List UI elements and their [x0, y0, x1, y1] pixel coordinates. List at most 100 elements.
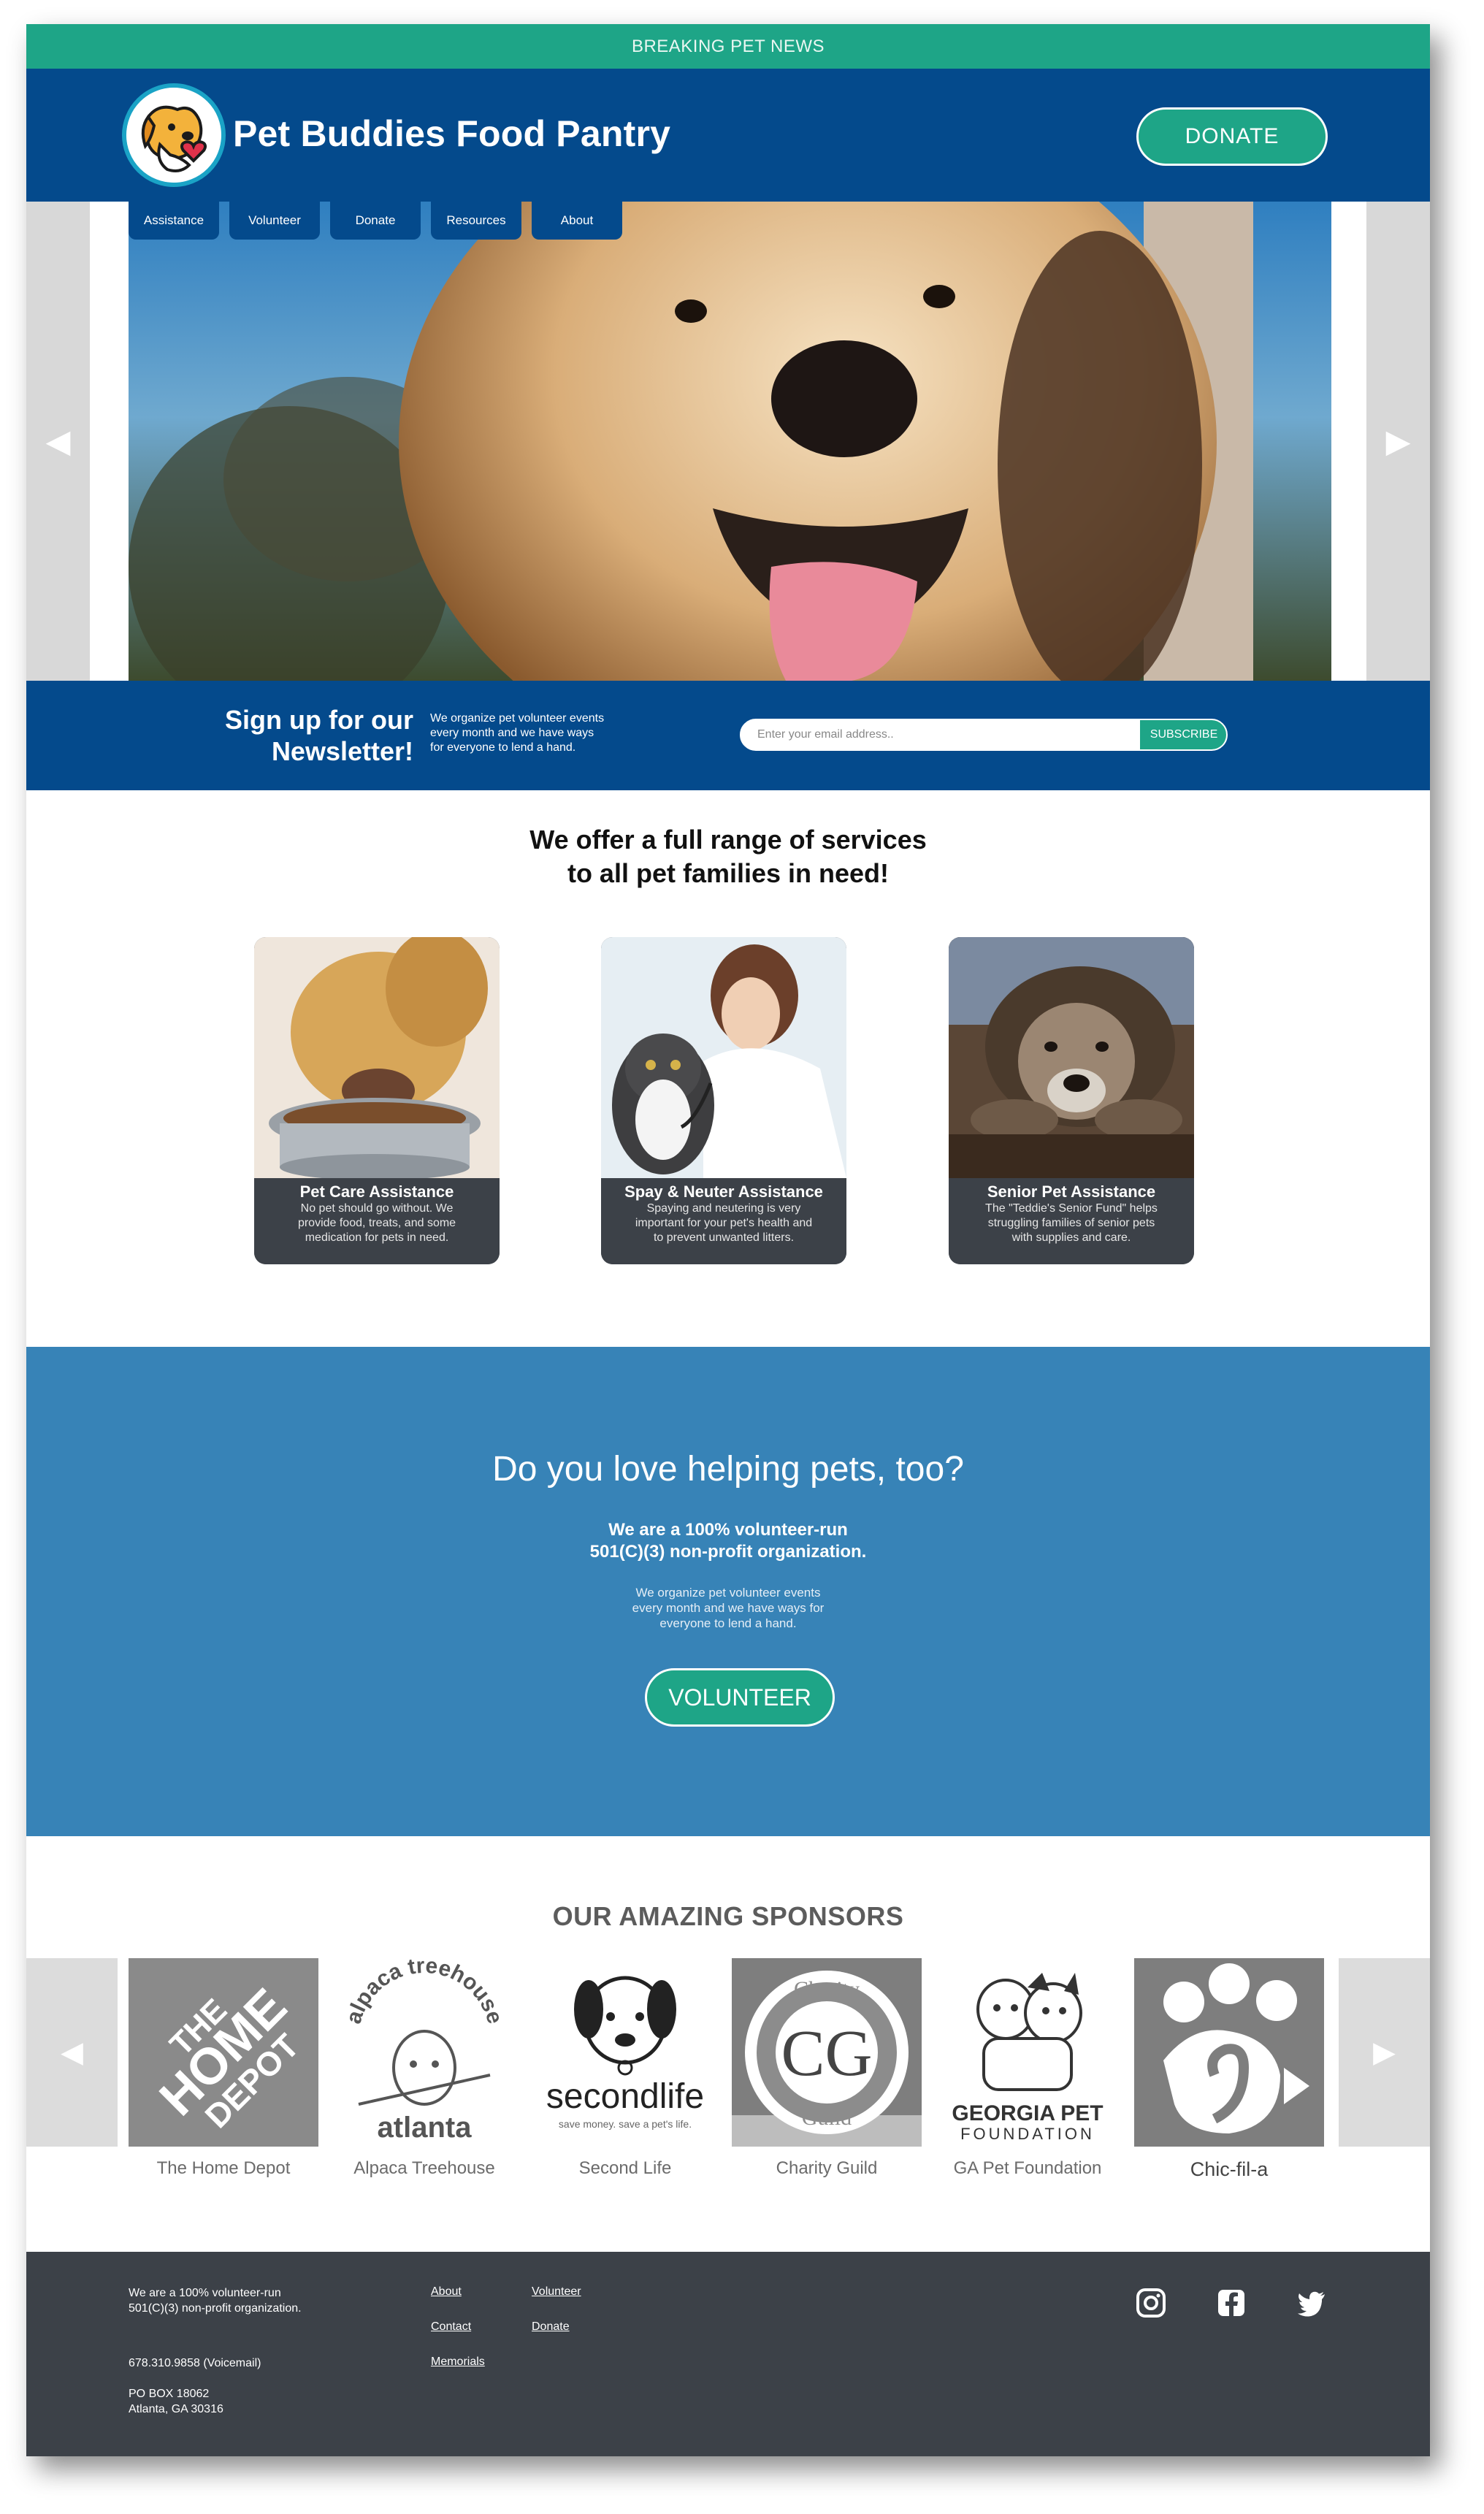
footer-about: We are a 100% volunteer-run 501(C)(3) no…	[129, 2285, 302, 2316]
footer-address-line: PO BOX 18062	[129, 2388, 210, 2400]
alpaca-treehouse-logo: alpaca treehouse atlanta	[329, 1958, 519, 2147]
footer-link-contact[interactable]: Contact	[431, 2320, 471, 2334]
footer-address: PO BOX 18062 Atlanta, GA 30316	[129, 2386, 223, 2417]
sponsor-name: Alpaca Treehouse	[353, 2158, 495, 2178]
services-heading-line2: to all pet families in need!	[567, 858, 890, 888]
site-logo[interactable]	[122, 83, 226, 187]
footer-address-line: Atlanta, GA 30316	[129, 2403, 223, 2415]
newsletter-desc-line: We organize pet volunteer events	[430, 712, 605, 725]
spay-neuter-image	[601, 937, 846, 1178]
volunteer-description: We organize pet volunteer events every m…	[26, 1585, 1430, 1631]
volunteer-subtitle-line: 501(C)(3) non-profit organization.	[589, 1542, 867, 1562]
nav-tab-assistance[interactable]: Assistance	[129, 202, 219, 240]
second-life-logo: secondlife save money. save a pet's life…	[530, 1958, 720, 2147]
newsletter-title: Sign up for our Newsletter!	[172, 704, 413, 767]
pet-care-body: Pet Care Assistance No pet should go wit…	[254, 1178, 500, 1264]
facebook-icon[interactable]	[1215, 2287, 1247, 2319]
volunteer-desc-line: every month and we have ways for	[632, 1601, 825, 1615]
sponsor-name: Second Life	[578, 2158, 672, 2178]
main-nav: Assistance Volunteer Donate Resources Ab…	[129, 202, 622, 240]
footer-phone: 678.310.9858 (Voicemail)	[129, 2357, 261, 2369]
hero-dog-image	[129, 202, 1331, 681]
card-text: Spaying and neutering is very	[646, 1202, 801, 1215]
pet-care-image	[254, 937, 500, 1178]
sponsor-name: Charity Guild	[776, 2158, 878, 2178]
footer-link-volunteer[interactable]: Volunteer	[532, 2285, 581, 2299]
services-heading: We offer a full range of services to all…	[26, 823, 1430, 890]
footer-about-line: We are a 100% volunteer-run	[129, 2287, 281, 2299]
card-title: Pet Care Assistance	[299, 1183, 454, 1201]
card-text: provide food, treats, and some	[297, 1217, 456, 1229]
newsletter-email-input[interactable]	[741, 720, 1136, 749]
volunteer-button[interactable]: VOLUNTEER	[645, 1668, 835, 1727]
service-card-spay-neuter[interactable]: Spay & Neuter Assistance Spaying and neu…	[601, 937, 846, 1264]
alpaca-logo-text: atlanta	[378, 2112, 473, 2144]
volunteer-subtitle: We are a 100% volunteer-run 501(C)(3) no…	[26, 1519, 1430, 1563]
site-footer: We are a 100% volunteer-run 501(C)(3) no…	[26, 2252, 1430, 2456]
footer-about-line: 501(C)(3) non-profit organization.	[129, 2302, 302, 2315]
donate-button[interactable]: DONATE	[1136, 107, 1328, 166]
dog-cat-logo-icon	[126, 88, 221, 183]
second-life-logo-text: secondlife	[546, 2077, 704, 2116]
newsletter-desc-line: for everyone to lend a hand.	[430, 741, 576, 754]
page: BREAKING PET NEWS Pet Buddies Food Pantr…	[26, 24, 1430, 2456]
card-text: The "Teddie's Senior Fund" helps	[985, 1202, 1158, 1215]
newsletter-title-line1: Sign up for our	[225, 705, 413, 735]
sponsor-name: GA Pet Foundation	[953, 2158, 1102, 2178]
subscribe-button[interactable]: SUBSCRIBE	[1140, 720, 1226, 749]
hero-next-arrow-icon[interactable]: ▶	[1366, 202, 1430, 681]
sponsor-chic-fil-a[interactable]: Chic-fil-a	[1134, 1958, 1324, 2181]
newsletter-title-line2: Newsletter!	[271, 736, 413, 766]
nav-tab-donate[interactable]: Donate	[330, 202, 421, 240]
home-depot-logo: THE HOME DEPOT	[129, 1958, 318, 2147]
newsletter-description: We organize pet volunteer events every m…	[430, 711, 649, 755]
sponsors-prev-arrow-icon[interactable]: ◀	[26, 1958, 118, 2147]
site-header: Pet Buddies Food Pantry DONATE	[26, 69, 1430, 202]
nav-tab-about[interactable]: About	[532, 202, 622, 240]
volunteer-desc-line: everyone to lend a hand.	[659, 1616, 797, 1630]
charity-guild-logo-text: Guild	[802, 2106, 852, 2130]
footer-link-memorials[interactable]: Memorials	[431, 2356, 485, 2369]
chic-fil-a-logo	[1134, 1958, 1324, 2147]
card-title: Spay & Neuter Assistance	[624, 1183, 823, 1201]
card-text: No pet should go without. We	[300, 1202, 454, 1215]
nav-tab-volunteer[interactable]: Volunteer	[229, 202, 320, 240]
volunteer-section: Do you love helping pets, too? We are a …	[26, 1347, 1430, 1836]
hero-slider: ◀ ▶ Assistance Volunteer Donate Resource…	[26, 202, 1430, 681]
sponsor-charity-guild[interactable]: Charity Guild CG Charity Guild	[732, 1958, 922, 2179]
sponsor-name: Chic-fil-a	[1190, 2158, 1269, 2180]
footer-link-donate[interactable]: Donate	[532, 2320, 570, 2334]
charity-guild-logo: Charity Guild CG	[732, 1958, 922, 2147]
card-text: important for your pet's health and	[635, 1217, 813, 1229]
services-heading-line1: We offer a full range of services	[529, 825, 927, 855]
card-text: struggling families of senior pets	[987, 1217, 1155, 1229]
sponsor-second-life[interactable]: secondlife save money. save a pet's life…	[530, 1958, 720, 2179]
ga-pet-foundation-logo: GEORGIA PET FOUNDATION	[933, 1958, 1122, 2147]
site-brand-name[interactable]: Pet Buddies Food Pantry	[233, 112, 670, 155]
nav-tab-resources[interactable]: Resources	[431, 202, 521, 240]
sponsor-alpaca-treehouse[interactable]: alpaca treehouse atlanta Alpaca Treehous…	[329, 1958, 519, 2179]
ga-pet-logo-text: GEORGIA PET	[952, 2101, 1103, 2125]
spay-neuter-body: Spay & Neuter Assistance Spaying and neu…	[601, 1178, 846, 1264]
newsletter-form: SUBSCRIBE	[740, 719, 1228, 751]
twitter-icon[interactable]	[1296, 2287, 1328, 2319]
card-text: with supplies and care.	[1011, 1231, 1131, 1244]
sponsors-heading: OUR AMAZING SPONSORS	[552, 1901, 904, 1931]
second-life-logo-text: save money. save a pet's life.	[559, 2118, 692, 2130]
volunteer-subtitle-line: We are a 100% volunteer-run	[608, 1520, 848, 1540]
breaking-news-bar[interactable]: BREAKING PET NEWS	[26, 24, 1430, 69]
sponsor-ga-pet-foundation[interactable]: GEORGIA PET FOUNDATION GA Pet Foundation	[933, 1958, 1122, 2179]
sponsors-next-arrow-icon[interactable]: ▶	[1339, 1958, 1430, 2147]
card-text: medication for pets in need.	[305, 1231, 449, 1244]
sponsor-home-depot[interactable]: THE HOME DEPOT The Home Depot	[129, 1958, 318, 2179]
charity-guild-logo-text: Charity	[794, 1977, 860, 2001]
charity-guild-logo-text: CG	[781, 2017, 872, 2090]
sponsor-name: The Home Depot	[156, 2158, 291, 2178]
instagram-icon[interactable]	[1135, 2287, 1167, 2319]
service-card-senior-pet[interactable]: Senior Pet Assistance The "Teddie's Seni…	[949, 937, 1194, 1264]
card-title: Senior Pet Assistance	[987, 1183, 1156, 1201]
hero-prev-arrow-icon[interactable]: ◀	[26, 202, 90, 681]
service-card-pet-care[interactable]: Pet Care Assistance No pet should go wit…	[254, 937, 500, 1264]
footer-link-about[interactable]: About	[431, 2285, 462, 2299]
senior-pet-image	[949, 937, 1194, 1178]
